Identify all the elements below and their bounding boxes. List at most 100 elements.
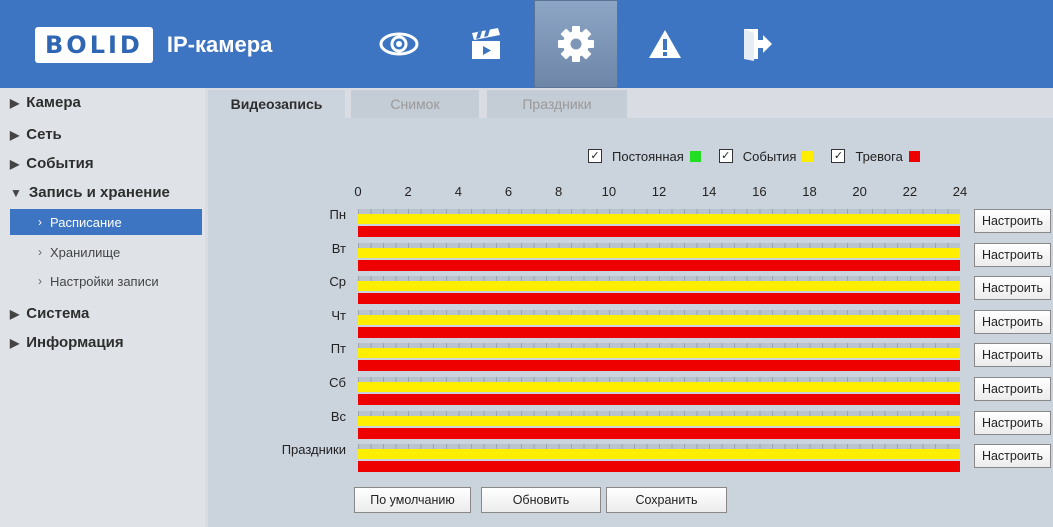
configure-button[interactable]: Настроить	[974, 310, 1051, 334]
hour-label: 4	[454, 184, 462, 199]
schedule-bar[interactable]	[358, 377, 960, 406]
sidebar-item-label: Камера	[26, 94, 81, 111]
legend-label-continuous: Постоянная	[612, 148, 684, 164]
collapse-arrow-icon: ▼	[10, 185, 22, 200]
schedule-bar[interactable]	[358, 444, 960, 473]
nav-alarm-button[interactable]	[626, 0, 704, 88]
schedule-bar[interactable]	[358, 243, 960, 272]
events-strip	[358, 449, 960, 459]
alarm-strip	[358, 260, 960, 271]
configure-button[interactable]: Настроить	[974, 276, 1051, 300]
hour-label: 16	[752, 184, 767, 199]
alarm-strip	[358, 461, 960, 472]
configure-button[interactable]: Настроить	[974, 243, 1051, 267]
events-color-swatch	[802, 150, 814, 162]
sidebar-subitem-label: Хранилище	[50, 244, 121, 260]
refresh-button[interactable]: Обновить	[481, 487, 601, 513]
sidebar-subitem-storage[interactable]: › Хранилище	[10, 239, 202, 265]
alarm-strip	[358, 226, 960, 237]
sidebar-item-system[interactable]: ▶ Система	[10, 305, 89, 322]
nav-logout-button[interactable]	[718, 0, 796, 88]
schedule-bar[interactable]	[358, 411, 960, 440]
events-strip	[358, 348, 960, 358]
events-strip	[358, 315, 960, 325]
legend-label-events: События	[742, 148, 797, 164]
sidebar-item-network[interactable]: ▶ Сеть	[10, 126, 62, 143]
top-header: BOLID IP-камера	[0, 0, 1053, 88]
sidebar-item-camera[interactable]: ▶ Камера	[10, 94, 81, 111]
hour-label: 2	[404, 184, 412, 199]
tab-snapshot[interactable]: Снимок	[351, 90, 479, 118]
configure-button[interactable]: Настроить	[974, 411, 1051, 435]
schedule-bar[interactable]	[358, 310, 960, 339]
sidebar-subitem-label: Настройки записи	[50, 273, 159, 289]
hour-label: 10	[601, 184, 617, 199]
tab-holidays[interactable]: Праздники	[487, 90, 627, 118]
sidebar-item-events[interactable]: ▶ События	[10, 155, 94, 172]
hour-label: 12	[651, 184, 667, 199]
hour-label: 24	[952, 184, 968, 199]
alarm-strip	[358, 327, 960, 338]
schedule-bar[interactable]	[358, 209, 960, 238]
configure-button[interactable]: Настроить	[974, 343, 1051, 367]
sidebar-item-label: События	[26, 155, 94, 172]
legend: ✓ Постоянная ✓ События ✓ Тревога	[588, 148, 938, 164]
hour-label: 6	[504, 184, 513, 199]
events-checkbox[interactable]: ✓	[718, 149, 733, 163]
gear-icon	[558, 26, 594, 62]
nav-live-view-button[interactable]	[360, 0, 438, 88]
app-title: IP-камера	[166, 32, 273, 57]
eye-icon	[379, 32, 419, 56]
warning-icon	[649, 30, 681, 58]
chevron-right-icon: ›	[38, 274, 42, 288]
sidebar-subitem-record-settings[interactable]: › Настройки записи	[10, 268, 202, 294]
alarm-strip	[358, 360, 960, 371]
configure-button[interactable]: Настроить	[974, 209, 1051, 233]
day-label: Вт	[331, 241, 346, 256]
hour-label: 0	[354, 184, 362, 199]
hour-label: 8	[555, 184, 563, 199]
logout-icon	[744, 29, 772, 61]
day-label: Праздники	[281, 442, 346, 457]
expand-arrow-icon: ▶	[10, 156, 20, 171]
schedule-bar[interactable]	[358, 276, 960, 305]
nav-settings-button[interactable]	[534, 0, 618, 88]
configure-button[interactable]: Настроить	[974, 377, 1051, 401]
chevron-right-icon: ›	[38, 245, 42, 259]
legend-label-alarm: Тревога	[855, 148, 903, 164]
expand-arrow-icon: ▶	[10, 306, 20, 321]
hour-label: 14	[701, 184, 717, 199]
day-label: Ср	[329, 274, 346, 289]
events-strip	[358, 248, 960, 258]
day-label: Пт	[330, 341, 346, 356]
sidebar-subitem-schedule[interactable]: › Расписание	[10, 209, 202, 235]
sidebar-item-recording-storage[interactable]: ▼ Запись и хранение	[10, 184, 170, 201]
sidebar-item-label: Информация	[26, 334, 124, 351]
events-strip	[358, 416, 960, 426]
expand-arrow-icon: ▶	[10, 95, 20, 110]
sidebar-item-label: Система	[26, 305, 90, 322]
sidebar-item-information[interactable]: ▶ Информация	[10, 334, 124, 351]
tab-video-recording[interactable]: Видеозапись	[208, 90, 345, 118]
save-button[interactable]: Сохранить	[606, 487, 727, 513]
events-strip	[358, 214, 960, 224]
configure-button[interactable]: Настроить	[974, 444, 1051, 468]
alarm-strip	[358, 428, 960, 439]
continuous-checkbox[interactable]: ✓	[588, 149, 602, 163]
schedule-bar[interactable]	[358, 343, 960, 372]
alarm-strip	[358, 394, 960, 405]
default-button[interactable]: По умолчанию	[354, 487, 471, 513]
events-strip	[358, 382, 960, 392]
nav-playback-button[interactable]	[447, 0, 525, 88]
logo: BOLID IP-камера	[35, 26, 272, 64]
day-label: Пн	[329, 207, 346, 222]
continuous-color-swatch	[689, 150, 701, 162]
hour-label: 20	[852, 184, 867, 199]
clapperboard-icon	[472, 28, 500, 59]
sidebar-subitem-label: Расписание	[50, 214, 122, 230]
alarm-checkbox[interactable]: ✓	[831, 149, 846, 163]
alarm-color-swatch	[908, 150, 920, 162]
hour-label: 22	[902, 184, 918, 199]
chevron-right-icon: ›	[38, 215, 42, 229]
day-label: Сб	[329, 375, 346, 390]
